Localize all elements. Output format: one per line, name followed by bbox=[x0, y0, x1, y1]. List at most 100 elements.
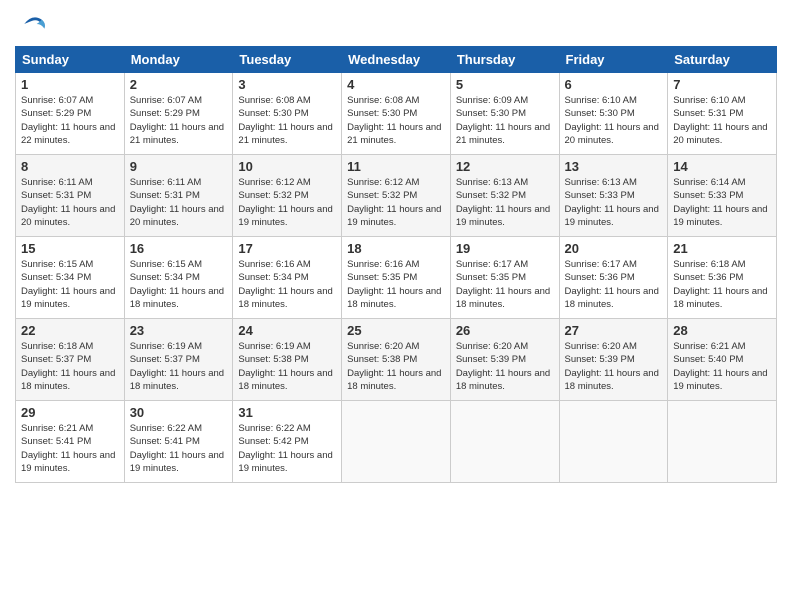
calendar-cell: 20 Sunrise: 6:17 AM Sunset: 5:36 PM Dayl… bbox=[559, 237, 668, 319]
day-number: 17 bbox=[238, 241, 336, 256]
day-number: 20 bbox=[565, 241, 663, 256]
day-info: Sunrise: 6:16 AM Sunset: 5:34 PM Dayligh… bbox=[238, 258, 336, 311]
day-info: Sunrise: 6:15 AM Sunset: 5:34 PM Dayligh… bbox=[130, 258, 228, 311]
calendar-cell bbox=[559, 401, 668, 483]
day-info: Sunrise: 6:11 AM Sunset: 5:31 PM Dayligh… bbox=[21, 176, 119, 229]
day-info: Sunrise: 6:20 AM Sunset: 5:39 PM Dayligh… bbox=[565, 340, 663, 393]
calendar-cell: 10 Sunrise: 6:12 AM Sunset: 5:32 PM Dayl… bbox=[233, 155, 342, 237]
calendar-cell: 13 Sunrise: 6:13 AM Sunset: 5:33 PM Dayl… bbox=[559, 155, 668, 237]
weekday-header-thursday: Thursday bbox=[450, 47, 559, 73]
calendar-cell: 6 Sunrise: 6:10 AM Sunset: 5:30 PM Dayli… bbox=[559, 73, 668, 155]
calendar-cell: 17 Sunrise: 6:16 AM Sunset: 5:34 PM Dayl… bbox=[233, 237, 342, 319]
calendar-cell: 24 Sunrise: 6:19 AM Sunset: 5:38 PM Dayl… bbox=[233, 319, 342, 401]
calendar-cell: 19 Sunrise: 6:17 AM Sunset: 5:35 PM Dayl… bbox=[450, 237, 559, 319]
calendar-cell: 21 Sunrise: 6:18 AM Sunset: 5:36 PM Dayl… bbox=[668, 237, 777, 319]
weekday-header-friday: Friday bbox=[559, 47, 668, 73]
calendar-cell: 4 Sunrise: 6:08 AM Sunset: 5:30 PM Dayli… bbox=[342, 73, 451, 155]
week-row-1: 1 Sunrise: 6:07 AM Sunset: 5:29 PM Dayli… bbox=[16, 73, 777, 155]
day-info: Sunrise: 6:08 AM Sunset: 5:30 PM Dayligh… bbox=[238, 94, 336, 147]
day-info: Sunrise: 6:14 AM Sunset: 5:33 PM Dayligh… bbox=[673, 176, 771, 229]
day-info: Sunrise: 6:10 AM Sunset: 5:31 PM Dayligh… bbox=[673, 94, 771, 147]
day-number: 19 bbox=[456, 241, 554, 256]
day-number: 1 bbox=[21, 77, 119, 92]
day-info: Sunrise: 6:08 AM Sunset: 5:30 PM Dayligh… bbox=[347, 94, 445, 147]
day-info: Sunrise: 6:12 AM Sunset: 5:32 PM Dayligh… bbox=[347, 176, 445, 229]
calendar-cell: 25 Sunrise: 6:20 AM Sunset: 5:38 PM Dayl… bbox=[342, 319, 451, 401]
day-number: 3 bbox=[238, 77, 336, 92]
day-number: 26 bbox=[456, 323, 554, 338]
day-number: 29 bbox=[21, 405, 119, 420]
weekday-header-wednesday: Wednesday bbox=[342, 47, 451, 73]
calendar-cell: 15 Sunrise: 6:15 AM Sunset: 5:34 PM Dayl… bbox=[16, 237, 125, 319]
day-info: Sunrise: 6:10 AM Sunset: 5:30 PM Dayligh… bbox=[565, 94, 663, 147]
calendar-cell: 8 Sunrise: 6:11 AM Sunset: 5:31 PM Dayli… bbox=[16, 155, 125, 237]
day-info: Sunrise: 6:21 AM Sunset: 5:41 PM Dayligh… bbox=[21, 422, 119, 475]
calendar-cell: 11 Sunrise: 6:12 AM Sunset: 5:32 PM Dayl… bbox=[342, 155, 451, 237]
day-info: Sunrise: 6:20 AM Sunset: 5:38 PM Dayligh… bbox=[347, 340, 445, 393]
day-info: Sunrise: 6:11 AM Sunset: 5:31 PM Dayligh… bbox=[130, 176, 228, 229]
day-number: 16 bbox=[130, 241, 228, 256]
calendar-cell: 1 Sunrise: 6:07 AM Sunset: 5:29 PM Dayli… bbox=[16, 73, 125, 155]
week-row-2: 8 Sunrise: 6:11 AM Sunset: 5:31 PM Dayli… bbox=[16, 155, 777, 237]
day-number: 28 bbox=[673, 323, 771, 338]
logo-icon bbox=[18, 10, 46, 38]
day-info: Sunrise: 6:15 AM Sunset: 5:34 PM Dayligh… bbox=[21, 258, 119, 311]
calendar-cell: 26 Sunrise: 6:20 AM Sunset: 5:39 PM Dayl… bbox=[450, 319, 559, 401]
calendar-cell: 23 Sunrise: 6:19 AM Sunset: 5:37 PM Dayl… bbox=[124, 319, 233, 401]
calendar-table: SundayMondayTuesdayWednesdayThursdayFrid… bbox=[15, 46, 777, 483]
page-container: SundayMondayTuesdayWednesdayThursdayFrid… bbox=[0, 0, 792, 493]
day-number: 10 bbox=[238, 159, 336, 174]
weekday-header-monday: Monday bbox=[124, 47, 233, 73]
day-number: 24 bbox=[238, 323, 336, 338]
calendar-cell: 31 Sunrise: 6:22 AM Sunset: 5:42 PM Dayl… bbox=[233, 401, 342, 483]
header bbox=[15, 10, 777, 38]
day-number: 23 bbox=[130, 323, 228, 338]
day-number: 27 bbox=[565, 323, 663, 338]
weekday-header-saturday: Saturday bbox=[668, 47, 777, 73]
day-number: 11 bbox=[347, 159, 445, 174]
day-info: Sunrise: 6:13 AM Sunset: 5:33 PM Dayligh… bbox=[565, 176, 663, 229]
weekday-header-row: SundayMondayTuesdayWednesdayThursdayFrid… bbox=[16, 47, 777, 73]
calendar-cell: 14 Sunrise: 6:14 AM Sunset: 5:33 PM Dayl… bbox=[668, 155, 777, 237]
week-row-5: 29 Sunrise: 6:21 AM Sunset: 5:41 PM Dayl… bbox=[16, 401, 777, 483]
calendar-cell: 28 Sunrise: 6:21 AM Sunset: 5:40 PM Dayl… bbox=[668, 319, 777, 401]
day-info: Sunrise: 6:22 AM Sunset: 5:41 PM Dayligh… bbox=[130, 422, 228, 475]
calendar-cell: 2 Sunrise: 6:07 AM Sunset: 5:29 PM Dayli… bbox=[124, 73, 233, 155]
calendar-cell: 12 Sunrise: 6:13 AM Sunset: 5:32 PM Dayl… bbox=[450, 155, 559, 237]
calendar-cell bbox=[342, 401, 451, 483]
calendar-cell: 29 Sunrise: 6:21 AM Sunset: 5:41 PM Dayl… bbox=[16, 401, 125, 483]
day-number: 22 bbox=[21, 323, 119, 338]
calendar-cell: 5 Sunrise: 6:09 AM Sunset: 5:30 PM Dayli… bbox=[450, 73, 559, 155]
day-info: Sunrise: 6:13 AM Sunset: 5:32 PM Dayligh… bbox=[456, 176, 554, 229]
day-number: 5 bbox=[456, 77, 554, 92]
day-number: 13 bbox=[565, 159, 663, 174]
calendar-cell: 9 Sunrise: 6:11 AM Sunset: 5:31 PM Dayli… bbox=[124, 155, 233, 237]
day-number: 30 bbox=[130, 405, 228, 420]
day-info: Sunrise: 6:09 AM Sunset: 5:30 PM Dayligh… bbox=[456, 94, 554, 147]
day-info: Sunrise: 6:18 AM Sunset: 5:36 PM Dayligh… bbox=[673, 258, 771, 311]
day-number: 6 bbox=[565, 77, 663, 92]
day-number: 9 bbox=[130, 159, 228, 174]
weekday-header-sunday: Sunday bbox=[16, 47, 125, 73]
day-number: 12 bbox=[456, 159, 554, 174]
day-info: Sunrise: 6:22 AM Sunset: 5:42 PM Dayligh… bbox=[238, 422, 336, 475]
day-info: Sunrise: 6:18 AM Sunset: 5:37 PM Dayligh… bbox=[21, 340, 119, 393]
logo bbox=[15, 10, 46, 38]
day-number: 15 bbox=[21, 241, 119, 256]
day-number: 2 bbox=[130, 77, 228, 92]
calendar-cell: 16 Sunrise: 6:15 AM Sunset: 5:34 PM Dayl… bbox=[124, 237, 233, 319]
day-info: Sunrise: 6:16 AM Sunset: 5:35 PM Dayligh… bbox=[347, 258, 445, 311]
calendar-cell: 18 Sunrise: 6:16 AM Sunset: 5:35 PM Dayl… bbox=[342, 237, 451, 319]
week-row-4: 22 Sunrise: 6:18 AM Sunset: 5:37 PM Dayl… bbox=[16, 319, 777, 401]
calendar-cell: 27 Sunrise: 6:20 AM Sunset: 5:39 PM Dayl… bbox=[559, 319, 668, 401]
weekday-header-tuesday: Tuesday bbox=[233, 47, 342, 73]
calendar-cell bbox=[450, 401, 559, 483]
day-number: 14 bbox=[673, 159, 771, 174]
calendar-cell: 7 Sunrise: 6:10 AM Sunset: 5:31 PM Dayli… bbox=[668, 73, 777, 155]
calendar-cell: 22 Sunrise: 6:18 AM Sunset: 5:37 PM Dayl… bbox=[16, 319, 125, 401]
day-info: Sunrise: 6:07 AM Sunset: 5:29 PM Dayligh… bbox=[21, 94, 119, 147]
day-number: 18 bbox=[347, 241, 445, 256]
week-row-3: 15 Sunrise: 6:15 AM Sunset: 5:34 PM Dayl… bbox=[16, 237, 777, 319]
day-number: 31 bbox=[238, 405, 336, 420]
day-number: 4 bbox=[347, 77, 445, 92]
